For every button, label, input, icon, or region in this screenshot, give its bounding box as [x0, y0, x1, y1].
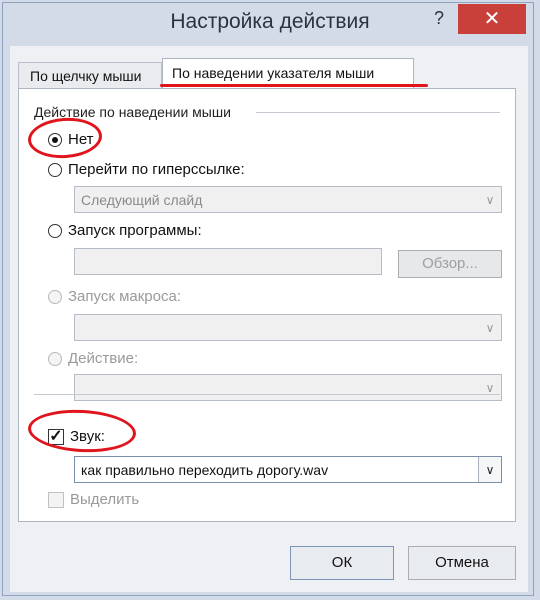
radio-action[interactable]: [48, 352, 62, 366]
group-divider: [256, 112, 500, 113]
help-icon[interactable]: ?: [426, 8, 452, 30]
highlight-label: Выделить: [70, 491, 140, 508]
cancel-button[interactable]: Отмена: [408, 546, 516, 580]
dialog-window: Настройка действия ? ✕ По щелчку мыши По…: [0, 0, 540, 600]
chevron-down-icon: ∨: [485, 321, 495, 335]
macro-select[interactable]: ∨: [74, 314, 502, 341]
sound-select-value: как правильно переходить дорогу.wav: [81, 462, 329, 478]
chevron-down-icon: ∨: [485, 381, 495, 395]
action-select[interactable]: ∨: [74, 374, 502, 401]
program-path-input[interactable]: [74, 248, 382, 275]
close-icon: ✕: [483, 8, 501, 30]
tab-on-click[interactable]: По щелчку мыши: [18, 62, 162, 88]
annotation-underline: [160, 84, 428, 87]
ok-button[interactable]: ОК: [290, 546, 394, 580]
chevron-down-icon: ∨: [478, 457, 501, 482]
radio-program-label: Запуск программы:: [68, 222, 202, 239]
chevron-down-icon: ∨: [485, 193, 495, 207]
radio-macro-label: Запуск макроса:: [68, 288, 181, 305]
hyperlink-select-value: Следующий слайд: [81, 192, 203, 208]
radio-program[interactable]: [48, 224, 62, 238]
browse-button[interactable]: Обзор...: [398, 250, 502, 278]
close-button[interactable]: ✕: [458, 4, 526, 34]
sound-select[interactable]: как правильно переходить дорогу.wav ∨: [74, 456, 502, 483]
highlight-checkbox[interactable]: [48, 492, 64, 508]
section-divider: [34, 394, 500, 395]
radio-hyperlink-label: Перейти по гиперссылке:: [68, 161, 245, 178]
hyperlink-select[interactable]: Следующий слайд ∨: [74, 186, 502, 213]
radio-macro[interactable]: [48, 290, 62, 304]
radio-action-label: Действие:: [68, 350, 139, 367]
radio-hyperlink[interactable]: [48, 163, 62, 177]
